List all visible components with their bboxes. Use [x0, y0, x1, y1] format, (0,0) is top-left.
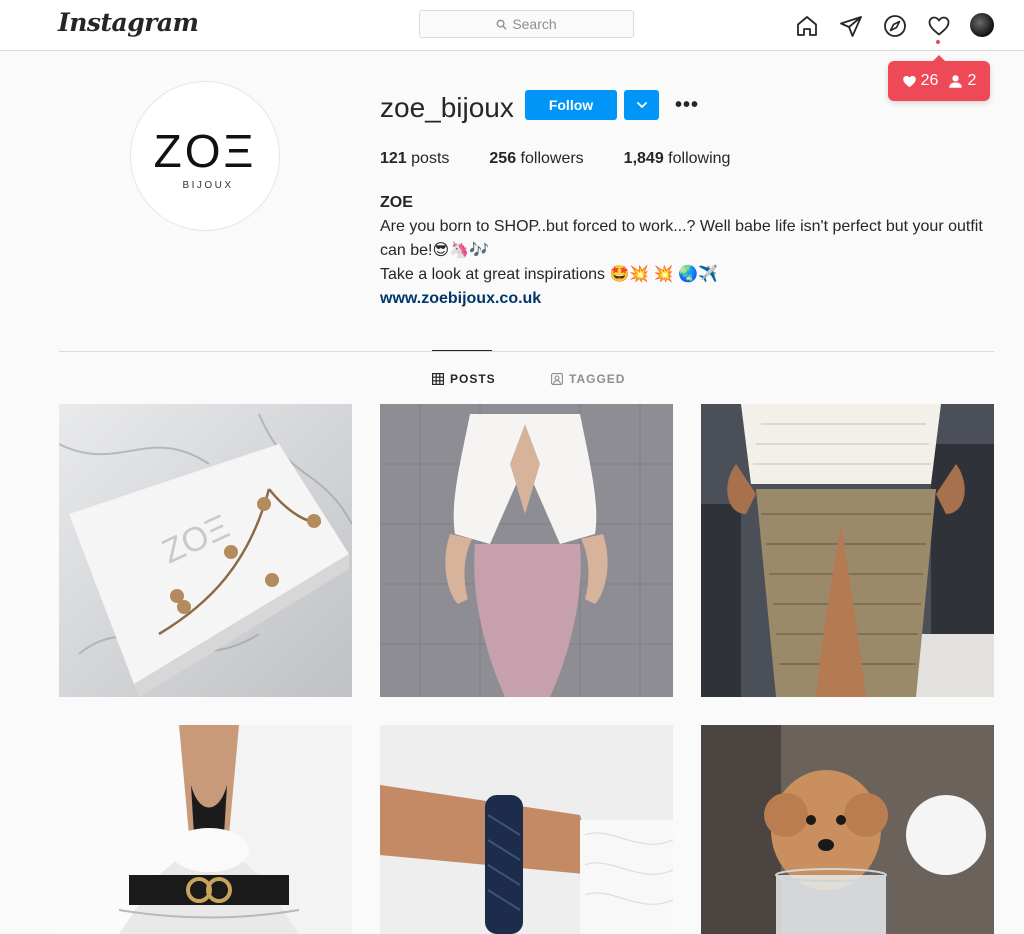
instagram-logo[interactable]: Instagram: [58, 8, 199, 37]
brand-logo-subtext: BIJOUX: [182, 179, 234, 191]
followers-label: followers: [516, 150, 584, 167]
search-placeholder: Search: [512, 16, 557, 32]
posts-stat: 121 posts: [380, 150, 449, 168]
activity-notification-popup[interactable]: 26 2: [888, 55, 990, 101]
follow-button[interactable]: Follow: [525, 90, 617, 120]
tagged-icon: [551, 373, 563, 385]
followers-stat[interactable]: 256 followers: [489, 150, 583, 168]
followers-count: 256: [489, 150, 517, 167]
search-input[interactable]: Search: [419, 10, 634, 38]
post-thumbnail[interactable]: [59, 725, 352, 934]
top-navigation-bar: Instagram Search: [0, 0, 1024, 51]
brand-logo-text: ZOΞ: [153, 124, 257, 177]
tab-posts-label: POSTS: [450, 372, 496, 386]
following-count: 1,849: [623, 150, 664, 167]
tabs-divider: [59, 351, 994, 352]
activity-heart-icon[interactable]: [925, 12, 953, 40]
tab-posts[interactable]: POSTS: [432, 372, 496, 386]
likes-notification: 26: [902, 72, 939, 90]
post-thumbnail[interactable]: [701, 725, 994, 934]
profile-username: zoe_bijoux: [380, 92, 514, 123]
bio-line-2: Take a look at great inspirations 🤩💥 💥 🌏…: [380, 266, 718, 283]
chevron-down-icon: [636, 102, 647, 108]
website-link[interactable]: www.zoebijoux.co.uk: [380, 290, 541, 307]
tab-tagged[interactable]: TAGGED: [551, 372, 625, 386]
follows-count: 2: [967, 72, 977, 89]
heart-icon: [902, 75, 916, 87]
tab-tagged-label: TAGGED: [569, 372, 626, 386]
notification-dot: [936, 40, 940, 44]
person-icon: [949, 74, 963, 88]
follows-notification: 2: [948, 72, 976, 90]
direct-icon[interactable]: [837, 12, 865, 40]
profile-stats: 121 posts 256 followers 1,849 following: [380, 150, 770, 168]
suggested-accounts-button[interactable]: [624, 90, 659, 120]
active-tab-indicator: [432, 350, 492, 351]
home-icon[interactable]: [793, 12, 821, 40]
search-icon: [496, 19, 507, 30]
grid-icon: [432, 373, 444, 385]
profile-bio: ZOE Are you born to SHOP..but forced to …: [380, 191, 1000, 311]
more-options-icon[interactable]: •••: [674, 93, 700, 117]
posts-count: 121: [380, 150, 407, 167]
post-thumbnail[interactable]: [380, 725, 673, 934]
post-thumbnail[interactable]: [380, 404, 673, 697]
posts-label: posts: [406, 150, 450, 167]
following-label: following: [663, 150, 731, 167]
explore-icon[interactable]: [881, 12, 909, 40]
post-thumbnail[interactable]: ZOΞ: [59, 404, 352, 697]
profile-avatar[interactable]: [970, 13, 994, 37]
profile-full-name: ZOE: [380, 194, 413, 211]
bio-line-1: Are you born to SHOP..but forced to work…: [380, 218, 983, 259]
likes-count: 26: [920, 72, 939, 89]
following-stat[interactable]: 1,849 following: [624, 150, 731, 168]
post-thumbnail[interactable]: [701, 404, 994, 697]
profile-picture[interactable]: ZOΞ BIJOUX: [130, 81, 280, 231]
